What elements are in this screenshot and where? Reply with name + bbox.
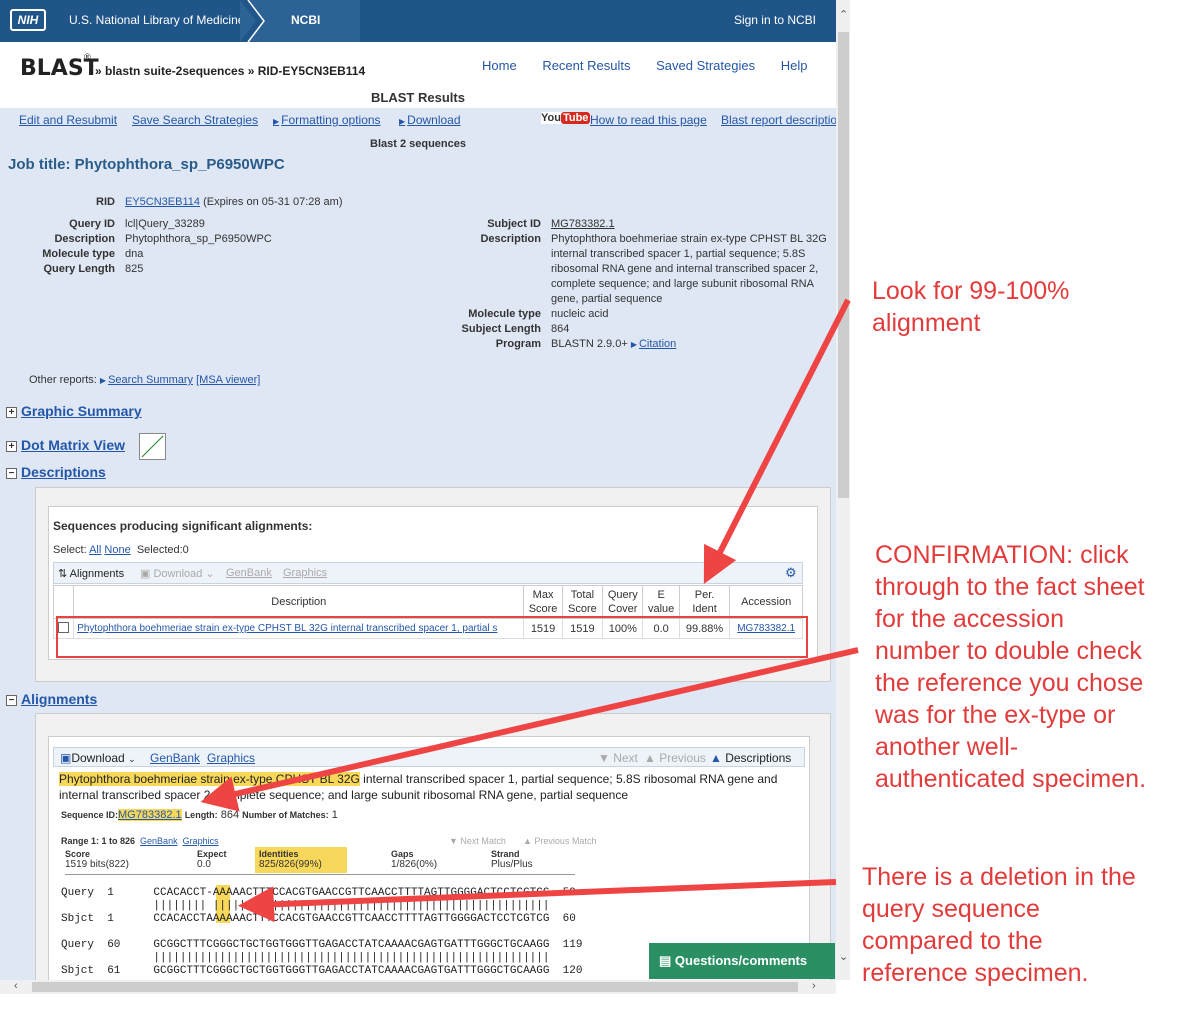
arrow-to-sequence-id [200,647,859,812]
annotation-arrows [200,298,859,923]
arrow-to-deletion [238,879,837,923]
arrow-to-per-ident [703,298,851,585]
screenshot-stage: NIH U.S. National Library of Medicine NC… [0,0,1198,1010]
